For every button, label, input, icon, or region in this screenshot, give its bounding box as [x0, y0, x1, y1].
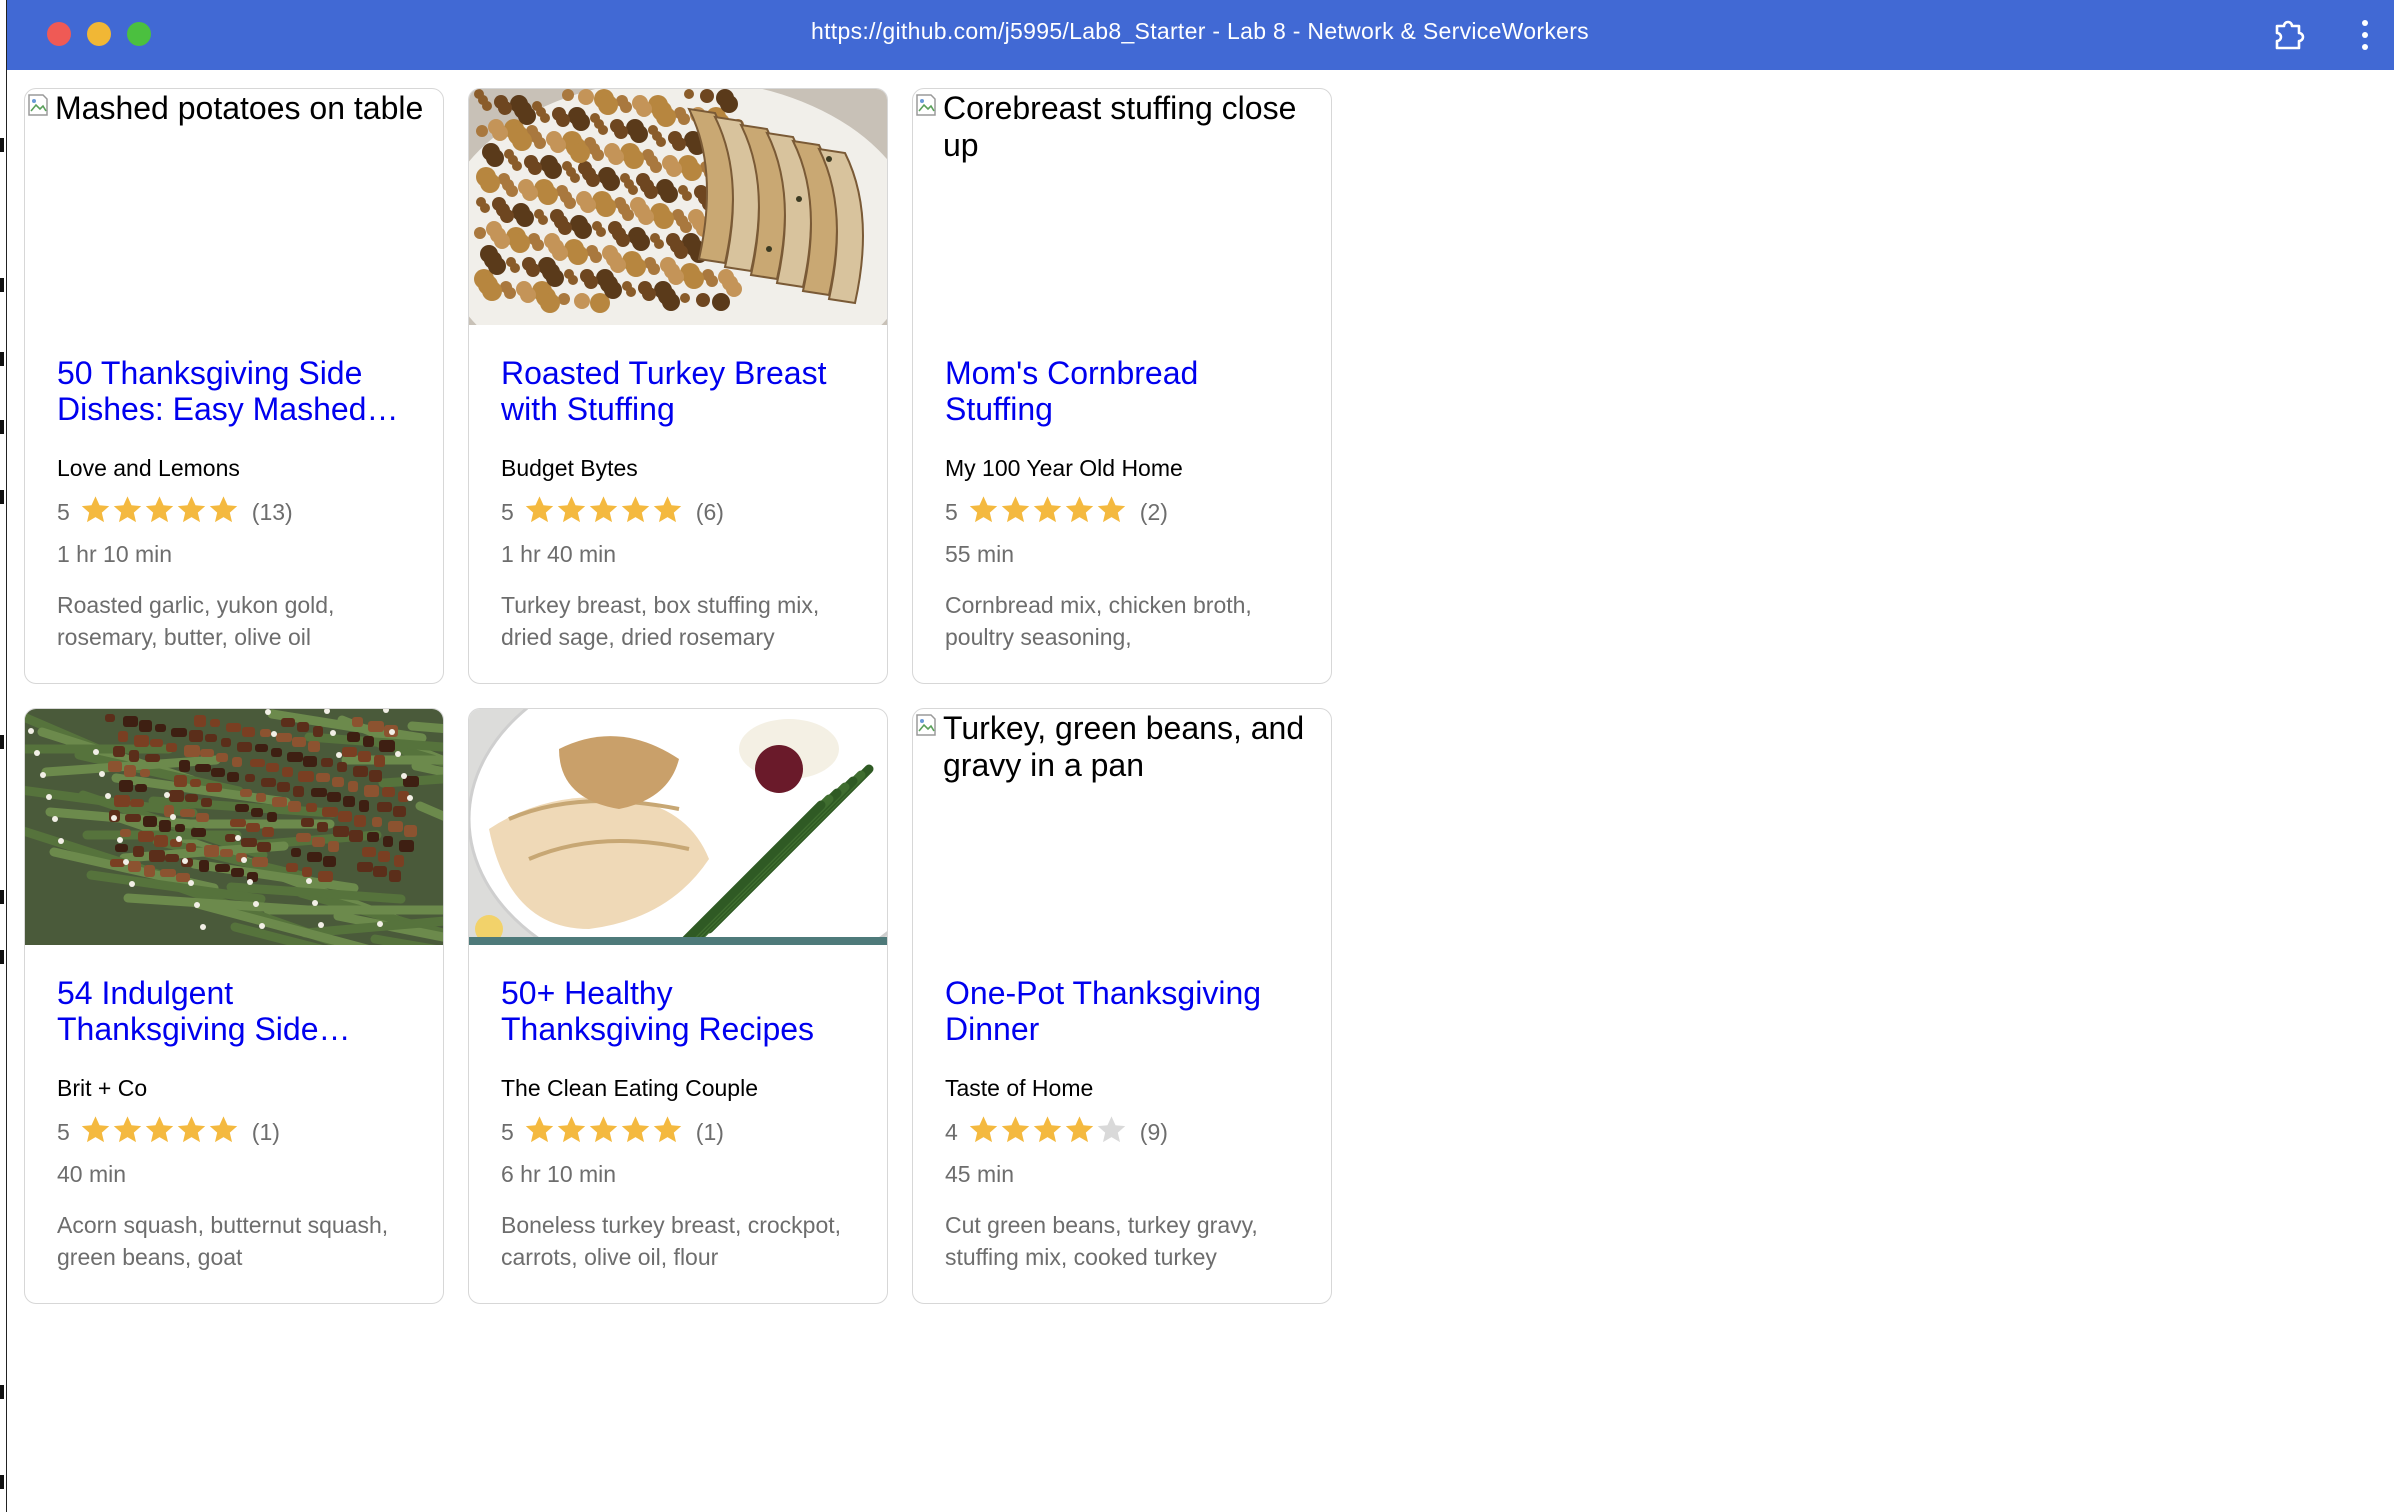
rating-stars — [968, 494, 1128, 531]
star-filled-icon — [1064, 1114, 1096, 1151]
recipe-ingredients: Cornbread mix, chicken broth, poultry se… — [945, 592, 1252, 650]
recipe-title-link[interactable]: Mom's Cornbread Stuffing — [945, 355, 1305, 427]
recipe-thumbnail: Corebreast stuffing close up — [913, 89, 1331, 325]
recipe-time: 6 hr 10 min — [501, 1161, 617, 1187]
star-filled-icon — [80, 1114, 112, 1151]
recipe-title-link[interactable]: One-Pot Thanksgiving Dinner — [945, 975, 1305, 1047]
star-filled-icon — [556, 1114, 588, 1151]
rating-row: 5 (1) — [501, 1115, 724, 1149]
star-filled-icon — [524, 494, 556, 531]
review-count: (1) — [695, 1118, 724, 1145]
review-count: (2) — [1139, 498, 1168, 525]
recipe-organization: Love and Lemons — [57, 455, 240, 481]
recipe-ingredients: Roasted garlic, yukon gold, rosemary, bu… — [57, 592, 335, 650]
star-filled-icon — [80, 494, 112, 531]
recipe-title-link[interactable]: 54 Indulgent Thanksgiving Side Dishes — [57, 975, 417, 1047]
rating-row: 5 (1) — [57, 1115, 280, 1149]
star-filled-icon — [620, 494, 652, 531]
review-count: (9) — [1139, 1118, 1168, 1145]
star-filled-icon — [968, 1114, 1000, 1151]
recipe-ingredients: Cut green beans, turkey gravy, stuffing … — [945, 1212, 1258, 1270]
rating-row: 5 (13) — [57, 495, 293, 529]
recipe-ingredients: Acorn squash, butternut squash, green be… — [57, 1212, 389, 1270]
rating-stars — [524, 1114, 684, 1151]
star-filled-icon — [208, 1114, 240, 1151]
star-filled-icon — [524, 1114, 556, 1151]
star-filled-icon — [1064, 494, 1096, 531]
window-titlebar: https://github.com/j5995/Lab8_Starter - … — [6, 0, 2394, 70]
star-filled-icon — [588, 494, 620, 531]
review-count: (6) — [695, 498, 724, 525]
star-filled-icon — [144, 494, 176, 531]
review-count: (1) — [251, 1118, 280, 1145]
recipe-thumbnail — [25, 709, 443, 945]
star-empty-icon — [1096, 1114, 1128, 1151]
recipe-organization: Brit + Co — [57, 1075, 148, 1101]
recipe-card[interactable]: Turkey, green beans, and gravy in a pan O… — [912, 708, 1332, 1304]
rating-value: 5 — [501, 498, 514, 525]
rating-value: 5 — [57, 498, 70, 525]
star-filled-icon — [144, 1114, 176, 1151]
rating-stars — [80, 494, 240, 531]
recipe-organization: Taste of Home — [945, 1075, 1094, 1101]
recipe-card[interactable]: Mashed potatoes on table 50 Thanksgiving … — [24, 88, 444, 684]
recipe-thumbnail — [469, 709, 887, 945]
window-title: https://github.com/j5995/Lab8_Starter - … — [811, 18, 1589, 44]
rating-row: 5 (6) — [501, 495, 724, 529]
recipe-card[interactable]: Roasted Turkey Breast with Stuffing Budge… — [468, 88, 888, 684]
star-filled-icon — [968, 494, 1000, 531]
star-filled-icon — [208, 494, 240, 531]
star-filled-icon — [1000, 494, 1032, 531]
rating-value: 5 — [57, 1118, 70, 1145]
image-alt-text: Mashed potatoes on table — [55, 90, 424, 126]
rating-row: 5 (2) — [945, 495, 1168, 529]
recipe-ingredients: Boneless turkey breast, crockpot, carrot… — [501, 1212, 842, 1270]
star-filled-icon — [588, 1114, 620, 1151]
star-filled-icon — [1032, 494, 1064, 531]
image-alt-text: Corebreast stuffing close up — [943, 90, 1297, 163]
recipe-card[interactable]: 50+ Healthy Thanksgiving Recipes The Clea… — [468, 708, 888, 1304]
rating-stars — [80, 1114, 240, 1151]
review-count: (13) — [251, 498, 293, 525]
recipe-organization: The Clean Eating Couple — [501, 1075, 758, 1101]
star-filled-icon — [176, 1114, 208, 1151]
recipe-organization: Budget Bytes — [501, 455, 638, 481]
recipe-title-link[interactable]: 50+ Healthy Thanksgiving Recipes — [501, 975, 861, 1047]
star-filled-icon — [112, 1114, 144, 1151]
star-filled-icon — [652, 494, 684, 531]
recipe-card[interactable]: Corebreast stuffing close up Mom's Cornbr… — [912, 88, 1332, 684]
rating-value: 5 — [501, 1118, 514, 1145]
recipe-ingredients: Turkey breast, box stuffing mix, dried s… — [501, 592, 820, 650]
recipe-grid: Mashed potatoes on table 50 Thanksgiving … — [6, 70, 2394, 1512]
star-filled-icon — [652, 1114, 684, 1151]
rating-value: 5 — [945, 498, 958, 525]
star-filled-icon — [176, 494, 208, 531]
star-filled-icon — [1000, 1114, 1032, 1151]
recipe-time: 1 hr 40 min — [501, 541, 617, 567]
kebab-menu-icon[interactable] — [2356, 18, 2374, 52]
star-filled-icon — [1096, 494, 1128, 531]
recipe-thumbnail: Turkey, green beans, and gravy in a pan — [913, 709, 1331, 945]
recipe-time: 45 min — [945, 1161, 1015, 1187]
rating-row: 4 (9) — [945, 1115, 1168, 1149]
rating-stars — [968, 1114, 1128, 1151]
recipe-title-link[interactable]: Roasted Turkey Breast with Stuffing — [501, 355, 861, 427]
recipe-title-link[interactable]: 50 Thanksgiving Side Dishes: Easy Mashed… — [57, 355, 417, 427]
star-filled-icon — [556, 494, 588, 531]
recipe-time: 1 hr 10 min — [57, 541, 173, 567]
recipe-card[interactable]: 54 Indulgent Thanksgiving Side Dishes Bri… — [24, 708, 444, 1304]
star-filled-icon — [1032, 1114, 1064, 1151]
rating-stars — [524, 494, 684, 531]
image-alt-text: Turkey, green beans, and gravy in a pan — [943, 710, 1305, 783]
star-filled-icon — [112, 494, 144, 531]
star-filled-icon — [620, 1114, 652, 1151]
recipe-thumbnail: Mashed potatoes on table — [25, 89, 443, 325]
recipe-time: 40 min — [57, 1161, 127, 1187]
rating-value: 4 — [945, 1118, 958, 1145]
recipe-organization: My 100 Year Old Home — [945, 455, 1183, 481]
puzzle-icon[interactable] — [2268, 14, 2308, 54]
recipe-time: 55 min — [945, 541, 1015, 567]
recipe-thumbnail — [469, 89, 887, 325]
background-window-edge — [0, 0, 7, 1512]
